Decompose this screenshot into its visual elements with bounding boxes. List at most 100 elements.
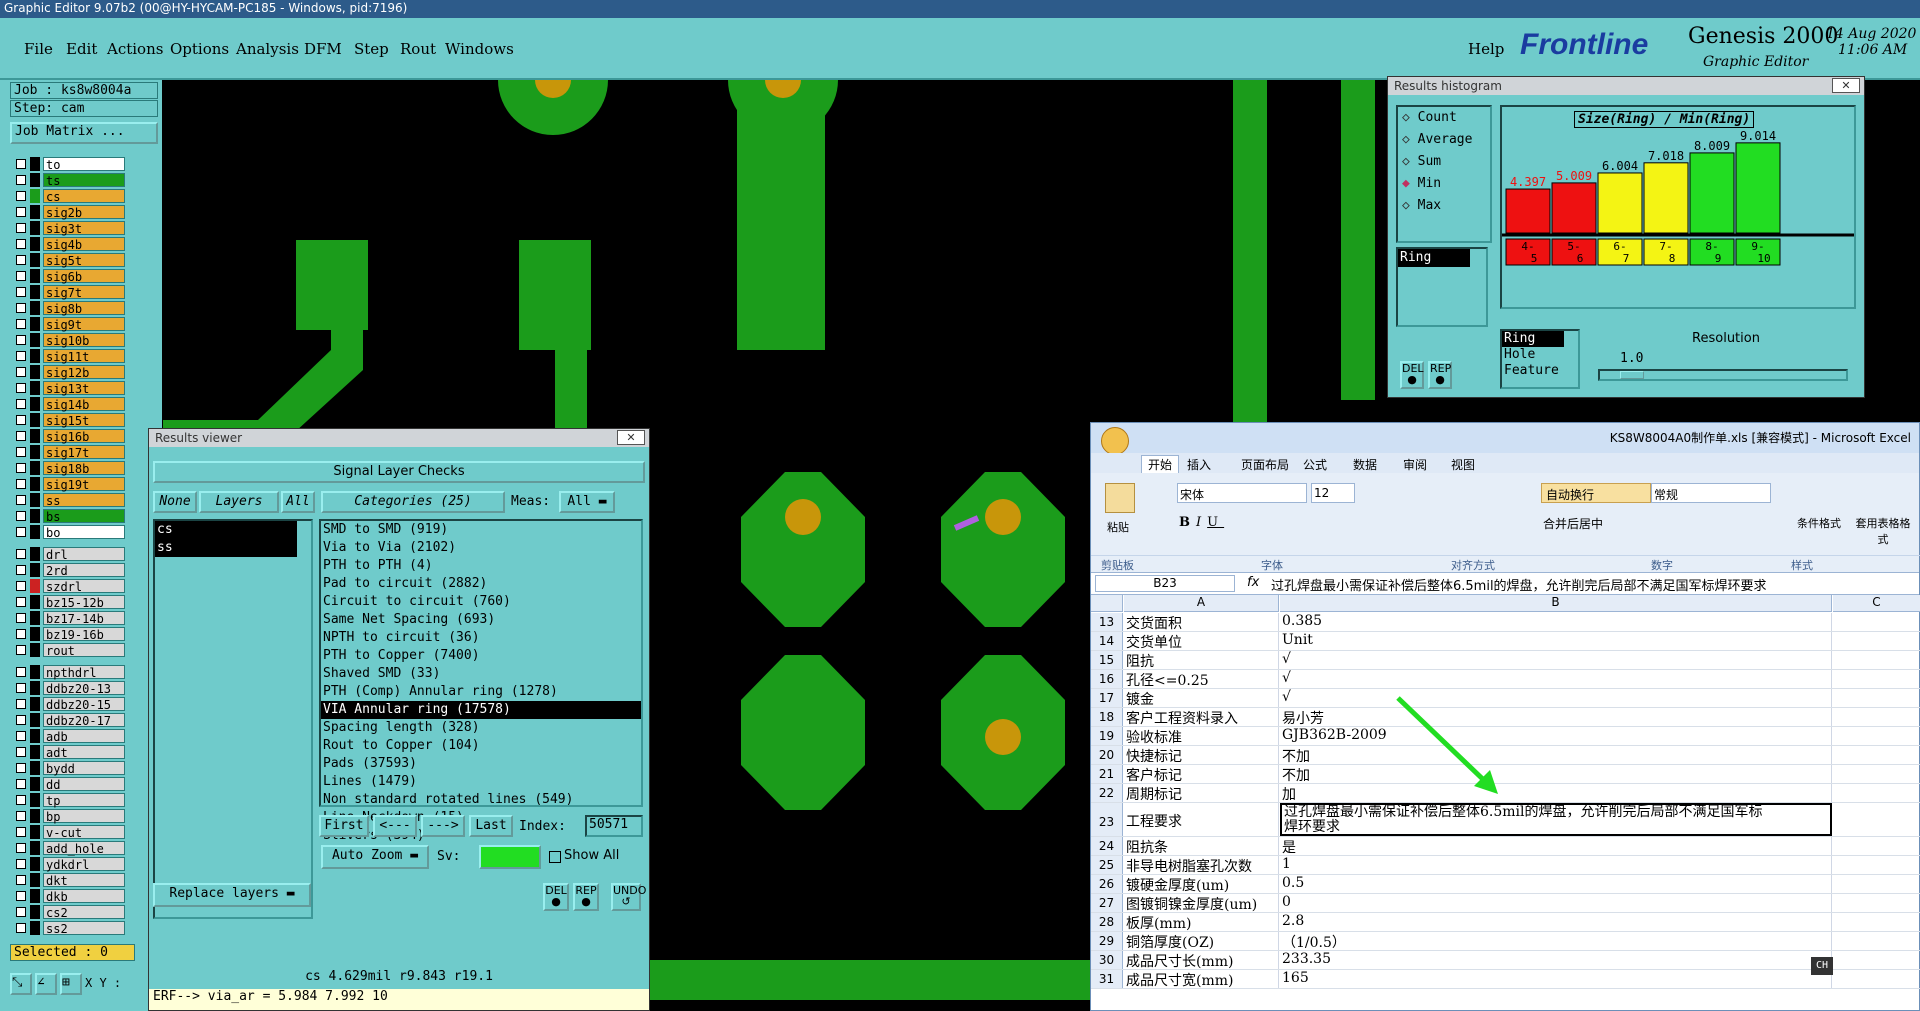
layer-name[interactable]: sig19t: [43, 477, 125, 492]
aggregate-option[interactable]: ◇ Count: [1398, 107, 1490, 129]
cell-a[interactable]: 成品尺寸长(mm): [1124, 951, 1279, 969]
column-header[interactable]: B: [1280, 595, 1832, 612]
table-row[interactable]: 28 板厚(mm) 2.8: [1091, 913, 1920, 932]
layer-checkbox[interactable]: [16, 255, 26, 265]
wrap-text-button[interactable]: 自动换行: [1541, 483, 1651, 503]
layer-name[interactable]: sig15t: [43, 413, 125, 428]
layer-name[interactable]: 2rd: [43, 563, 125, 578]
histogram-bar[interactable]: [1597, 172, 1643, 234]
layer-checkbox[interactable]: [16, 447, 26, 457]
angle-icon[interactable]: ∠: [35, 973, 57, 995]
cell-b[interactable]: 过孔焊盘最小需保证补偿后整体6.5mil的焊盘，允许削完后局部不满足国军标 焊环要…: [1280, 803, 1832, 836]
layer-checkbox[interactable]: [16, 843, 26, 853]
layer-row[interactable]: ss2: [10, 920, 130, 936]
layer-row[interactable]: sig18b: [10, 460, 130, 476]
layer-row[interactable]: bp: [10, 808, 130, 824]
layer-checkbox[interactable]: [16, 581, 26, 591]
excel-titlebar[interactable]: KS8W8004A0制作单.xls [兼容模式] - Microsoft Exc…: [1091, 423, 1919, 455]
layer-name[interactable]: adb: [43, 729, 125, 744]
layer-checkbox[interactable]: [16, 747, 26, 757]
cell-a[interactable]: 成品尺寸宽(mm): [1124, 970, 1279, 988]
category-item[interactable]: PTH to Copper (7400): [321, 647, 641, 665]
layer-name[interactable]: bz15-12b: [43, 595, 125, 610]
layer-row[interactable]: sig17t: [10, 444, 130, 460]
category-item[interactable]: PTH (Comp) Annular ring (1278): [321, 683, 641, 701]
layer-checkbox[interactable]: [16, 667, 26, 677]
list-item[interactable]: cs: [155, 521, 297, 539]
layer-row[interactable]: dkb: [10, 888, 130, 904]
category-item[interactable]: Via to Via (2102): [321, 539, 641, 557]
menu-windows[interactable]: Windows: [445, 40, 514, 58]
histogram-bar[interactable]: [1735, 142, 1781, 234]
cell-a[interactable]: 交货单位: [1124, 632, 1279, 650]
cell-a[interactable]: 阻抗条: [1124, 837, 1279, 855]
auto-zoom-select[interactable]: Auto Zoom ▬: [321, 845, 429, 869]
column-header[interactable]: A: [1124, 595, 1279, 612]
layer-checkbox[interactable]: [16, 779, 26, 789]
ribbon-tab[interactable]: 公式: [1303, 456, 1327, 473]
grid-icon[interactable]: ⊞: [60, 973, 82, 995]
row-number[interactable]: 17: [1091, 689, 1123, 707]
layer-checkbox[interactable]: [16, 175, 26, 185]
layer-name[interactable]: ddbz20-15: [43, 697, 125, 712]
hist-rep-button[interactable]: REP ●: [1428, 361, 1452, 389]
cell-a[interactable]: 非导电树脂塞孔次数: [1124, 856, 1279, 874]
layer-checkbox[interactable]: [16, 415, 26, 425]
row-number[interactable]: 23: [1091, 803, 1123, 836]
categories-button[interactable]: Categories (25): [321, 491, 505, 513]
layer-name[interactable]: to: [43, 157, 125, 172]
ribbon-tab[interactable]: 审阅: [1403, 456, 1427, 473]
category-item[interactable]: Pad to circuit (2882): [321, 575, 641, 593]
layers-button[interactable]: Layers: [199, 491, 279, 513]
aggregate-option[interactable]: ◇ Average: [1398, 129, 1490, 151]
row-number[interactable]: 18: [1091, 708, 1123, 726]
layer-name[interactable]: sig17t: [43, 445, 125, 460]
table-row[interactable]: 25 非导电树脂塞孔次数 1: [1091, 856, 1920, 875]
layer-name[interactable]: bp: [43, 809, 125, 824]
layer-row[interactable]: sig2b: [10, 204, 130, 220]
layer-checkbox[interactable]: [16, 351, 26, 361]
cell-a[interactable]: 验收标准: [1124, 727, 1279, 745]
layer-checkbox[interactable]: [16, 271, 26, 281]
layer-name[interactable]: sig3t: [43, 221, 125, 236]
histogram-bar[interactable]: [1551, 182, 1597, 234]
conditional-format-button[interactable]: 条件格式: [1791, 515, 1847, 531]
ime-indicator[interactable]: CH: [1811, 957, 1833, 975]
layer-row[interactable]: bs: [10, 508, 130, 524]
table-row[interactable]: 24 阻抗条是: [1091, 837, 1920, 856]
font-size-select[interactable]: 12: [1311, 483, 1355, 503]
layer-name[interactable]: ddbz20-17: [43, 713, 125, 728]
layer-row[interactable]: sig13t: [10, 380, 130, 396]
row-number[interactable]: 28: [1091, 913, 1123, 931]
layer-checkbox[interactable]: [16, 549, 26, 559]
layer-checkbox[interactable]: [16, 597, 26, 607]
layer-name[interactable]: bs: [43, 509, 125, 524]
meas-select[interactable]: All ▬: [559, 491, 615, 513]
layer-row[interactable]: tp: [10, 792, 130, 808]
layer-checkbox[interactable]: [16, 645, 26, 655]
spreadsheet-grid[interactable]: A B C 13 交货面积 0.385 14 交货单位 Unit 15 阻抗 √ 16 孔径<=0.25 √…: [1091, 595, 1920, 1005]
layer-name[interactable]: add_hole: [43, 841, 125, 856]
sv-color-select[interactable]: [479, 845, 541, 869]
layer-checkbox[interactable]: [16, 367, 26, 377]
layer-name[interactable]: sig5t: [43, 253, 125, 268]
layer-row[interactable]: bz15-12b: [10, 594, 130, 610]
cell-b[interactable]: 1: [1280, 856, 1832, 874]
column-header[interactable]: C: [1833, 595, 1920, 612]
office-button-icon[interactable]: [1101, 427, 1129, 455]
histogram-bar[interactable]: [1505, 188, 1551, 234]
layer-row[interactable]: bz19-16b: [10, 626, 130, 642]
table-row[interactable]: 16 孔径<=0.25 √: [1091, 670, 1920, 689]
menu-edit[interactable]: Edit: [66, 40, 97, 58]
cell-b[interactable]: 不加: [1280, 765, 1832, 783]
layer-name[interactable]: bo: [43, 525, 125, 540]
cell-b[interactable]: 不加: [1280, 746, 1832, 764]
menu-actions[interactable]: Actions: [107, 40, 163, 58]
layer-name[interactable]: bydd: [43, 761, 125, 776]
cell-a[interactable]: 孔径<=0.25: [1124, 670, 1279, 688]
row-number[interactable]: 21: [1091, 765, 1123, 783]
layer-row[interactable]: sig9t: [10, 316, 130, 332]
prev-button[interactable]: <---: [373, 815, 417, 837]
category-item[interactable]: NPTH to circuit (36): [321, 629, 641, 647]
layer-name[interactable]: bz19-16b: [43, 627, 125, 642]
